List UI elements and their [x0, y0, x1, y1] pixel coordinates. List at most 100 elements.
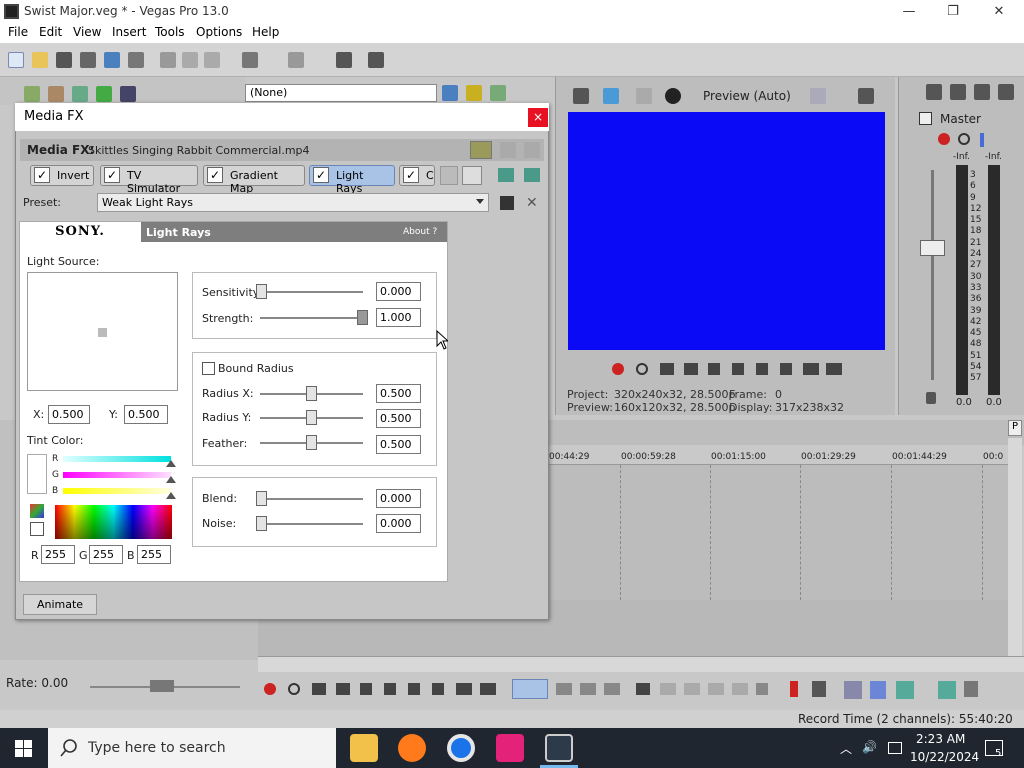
fx-gradient-map-checkbox[interactable]: ✓ — [207, 167, 223, 183]
play-from-start-icon[interactable] — [660, 363, 674, 375]
noise-input[interactable]: 0.000 — [376, 514, 421, 533]
envelope-tool-icon[interactable] — [556, 683, 572, 695]
color-palette-icon[interactable] — [30, 504, 44, 518]
stop-icon[interactable] — [384, 683, 396, 695]
grid-view-icon[interactable] — [524, 142, 540, 158]
bound-radius-checkbox[interactable] — [202, 362, 215, 375]
tint-g-thumb[interactable] — [166, 476, 176, 483]
master-icon-1[interactable] — [926, 84, 942, 100]
loop-icon[interactable] — [288, 683, 300, 695]
sensitivity-thumb[interactable] — [256, 284, 267, 299]
lock-icon[interactable] — [926, 392, 936, 404]
timeline-tracks[interactable] — [548, 465, 1010, 600]
tint-g-slider[interactable] — [63, 472, 171, 478]
next-frame-icon[interactable] — [826, 363, 842, 375]
sensitivity-slider[interactable] — [260, 291, 363, 293]
strength-thumb[interactable] — [357, 310, 368, 325]
loop-icon[interactable] — [636, 363, 648, 375]
add-plugin-icon[interactable] — [498, 168, 514, 182]
tint-r-thumb[interactable] — [166, 460, 176, 467]
edit-tool-icon[interactable] — [336, 52, 352, 68]
chain-scroll-left-icon[interactable] — [440, 166, 458, 185]
master-solo-icon[interactable] — [980, 133, 984, 147]
new-file-icon[interactable] — [8, 52, 24, 68]
file-explorer-icon[interactable] — [350, 734, 378, 762]
dialog-close-button[interactable]: × — [528, 108, 548, 127]
chrome-icon[interactable] — [447, 734, 475, 762]
master-checkbox[interactable] — [919, 112, 932, 125]
strength-input[interactable]: 1.000 — [376, 308, 421, 327]
overlay-icon[interactable] — [665, 88, 681, 104]
eyedropper-icon[interactable] — [30, 522, 44, 536]
open-folder-icon[interactable] — [32, 52, 48, 68]
rate-slider-thumb[interactable] — [150, 680, 174, 692]
undo-icon[interactable] — [242, 52, 258, 68]
selector-dropdown[interactable]: (None) — [245, 84, 437, 102]
strength-slider[interactable] — [260, 317, 363, 319]
animate-button[interactable]: Animate — [23, 594, 97, 615]
preview-settings-icon[interactable] — [573, 88, 589, 104]
chevron-down-icon[interactable] — [476, 199, 484, 204]
menu-edit[interactable]: Edit — [39, 25, 62, 39]
pause-icon[interactable] — [360, 683, 372, 695]
save-icon[interactable] — [56, 52, 72, 68]
insert-region-icon[interactable] — [812, 681, 826, 697]
play-icon[interactable] — [684, 363, 698, 375]
fx-light-rays-checkbox[interactable]: ✓ — [313, 167, 329, 183]
minimize-button[interactable]: — — [886, 0, 932, 23]
master-icon-3[interactable] — [974, 84, 990, 100]
chain-view-icon[interactable] — [470, 141, 492, 159]
go-to-start-icon[interactable] — [756, 363, 768, 375]
previous-frame-icon[interactable] — [456, 683, 472, 695]
lock-envelopes-icon[interactable] — [938, 681, 956, 699]
preset-dropdown[interactable]: Weak Light Rays — [97, 193, 489, 212]
next-frame-icon[interactable] — [480, 683, 496, 695]
snapping-icon[interactable] — [844, 681, 862, 699]
tint-r-slider[interactable] — [63, 456, 171, 462]
ignore-grouping-icon[interactable] — [964, 681, 978, 697]
blend-input[interactable]: 0.000 — [376, 489, 421, 508]
external-monitor-icon[interactable] — [603, 88, 619, 104]
play-icon[interactable] — [336, 683, 350, 695]
fx-c-checkbox[interactable]: ✓ — [403, 167, 419, 183]
maximize-button[interactable]: ❐ — [930, 0, 976, 23]
master-icon-4[interactable] — [998, 84, 1014, 100]
master-icon-2[interactable] — [950, 84, 966, 100]
trim-icon[interactable] — [660, 683, 676, 695]
menu-insert[interactable]: Insert — [112, 25, 146, 39]
horizontal-scrollbar[interactable] — [258, 656, 1024, 672]
master-fx-icon[interactable] — [938, 133, 950, 145]
lock-events-icon[interactable] — [756, 683, 768, 695]
light-source-handle[interactable] — [98, 328, 107, 337]
normal-edit-tool-button[interactable] — [512, 679, 548, 699]
zoom-tool-icon[interactable] — [604, 683, 620, 695]
about-button[interactable]: About ? — [403, 227, 437, 237]
sensitivity-input[interactable]: 0.000 — [376, 282, 421, 301]
radius-x-input[interactable]: 0.500 — [376, 384, 421, 403]
clock-time[interactable]: 2:23 AM — [916, 732, 965, 746]
menu-view[interactable]: View — [73, 25, 101, 39]
split-icon[interactable] — [732, 683, 748, 695]
replace-icon[interactable] — [72, 86, 88, 102]
radius-y-input[interactable]: 0.500 — [376, 409, 421, 428]
record-icon[interactable] — [612, 363, 624, 375]
feather-input[interactable]: 0.500 — [376, 435, 421, 454]
marker-p-icon[interactable]: P — [1008, 420, 1022, 436]
chain-scroll-right-icon[interactable] — [462, 166, 482, 185]
menu-help[interactable]: Help — [252, 25, 279, 39]
save-preset-icon[interactable] — [500, 196, 514, 210]
play-from-start-icon[interactable] — [312, 683, 326, 695]
noise-slider[interactable] — [260, 523, 363, 525]
delete-preset-icon[interactable]: ✕ — [526, 196, 540, 210]
noise-thumb[interactable] — [256, 516, 267, 531]
network-icon[interactable] — [888, 742, 902, 754]
fx-icon[interactable] — [466, 85, 482, 101]
plugin-icon[interactable] — [442, 85, 458, 101]
chevron-up-icon[interactable]: ︿ — [840, 740, 852, 757]
rgb-g-input[interactable]: 255 — [89, 545, 123, 564]
whats-this-icon[interactable] — [368, 52, 384, 68]
remove-plugin-icon[interactable] — [524, 168, 540, 182]
list-view-icon[interactable] — [500, 142, 516, 158]
stop-icon[interactable] — [732, 363, 744, 375]
x-input[interactable]: 0.500 — [48, 405, 90, 424]
